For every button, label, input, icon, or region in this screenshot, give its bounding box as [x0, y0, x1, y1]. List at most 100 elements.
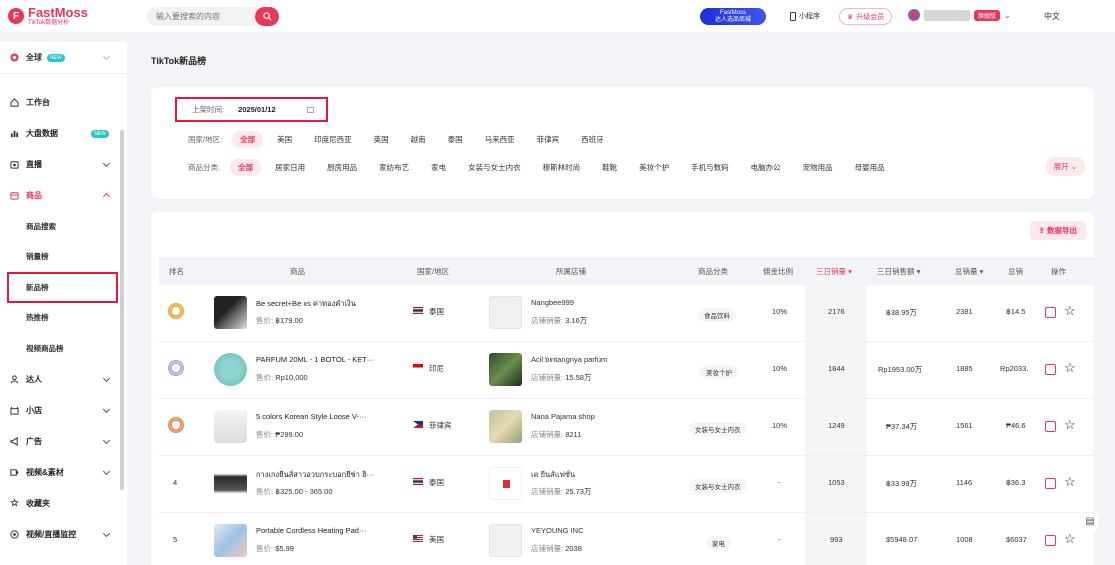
mini-program-link[interactable]: 小程序	[790, 11, 820, 21]
star-icon[interactable]: ☆	[1064, 418, 1076, 431]
category-chip[interactable]: 女装与女士内衣	[460, 159, 529, 176]
analysis-icon[interactable]	[1045, 535, 1056, 546]
region-chip[interactable]: 马来西亚	[477, 131, 523, 148]
shop-placeholder-icon[interactable]	[489, 296, 522, 329]
shop-placeholder-icon[interactable]	[489, 524, 522, 557]
upgrade-button[interactable]: ♛ 升级会员	[839, 8, 893, 25]
category-chip[interactable]: 母婴用品	[847, 159, 893, 176]
category-chip[interactable]: 美妆个护	[631, 159, 677, 176]
product-image[interactable]	[214, 353, 247, 386]
sidebar-item-ads[interactable]: 广告	[0, 426, 127, 457]
sidebar-item-label: 直播	[26, 160, 42, 169]
category-chip[interactable]: 居家日用	[267, 159, 313, 176]
product-name[interactable]: Portable Cordless Heating Pad···	[256, 526, 366, 535]
region-chip[interactable]: 美国	[269, 131, 300, 148]
sidebar-item-shops[interactable]: 小店	[0, 395, 127, 426]
sidebar-scrollbar[interactable]	[120, 130, 124, 490]
chevron-down-icon	[102, 436, 111, 444]
commission: -	[778, 478, 781, 487]
analysis-icon[interactable]	[1045, 421, 1056, 432]
sidebar-sub-sales-rank[interactable]: 销量榜	[0, 242, 127, 273]
product-image[interactable]	[214, 524, 247, 557]
table-row[interactable]: PARFUM 20ML - 1 BOTOL - KET··· 售价: Rp10,…	[159, 342, 1094, 399]
user-menu[interactable]: 旗舰版 ⌄	[908, 9, 1011, 21]
sidebar-sub-new-products[interactable]: 新品榜	[7, 272, 118, 303]
shop-logo[interactable]	[489, 467, 522, 500]
logo[interactable]: F FastMoss TikTok数据分析	[8, 6, 148, 26]
region-chip[interactable]: 西班牙	[573, 131, 612, 148]
region-chip[interactable]: 全部	[232, 131, 264, 148]
star-icon[interactable]: ☆	[1064, 361, 1076, 374]
export-button[interactable]: ⇪ 数据导出	[1029, 221, 1086, 240]
category-chip[interactable]: 鞋靴	[594, 159, 625, 176]
sidebar-item-creators[interactable]: 达人	[0, 364, 127, 395]
sidebar-sub-product-search[interactable]: 商品搜索	[0, 211, 127, 242]
promo-banner[interactable]: FastMoss 达人选品商城	[700, 8, 766, 25]
category-chip[interactable]: 家纺布艺	[371, 159, 417, 176]
col-total-revenue[interactable]: 总销	[1008, 266, 1023, 277]
product-name[interactable]: กางเกงยีนส์สาวอวบกระบอกยีช่า ฮิ···	[256, 469, 374, 481]
shop-name[interactable]: YEYOUNG INC	[531, 526, 584, 535]
table-row[interactable]: 5 Portable Cordless Heating Pad··· 售价: $…	[159, 513, 1094, 565]
sidebar-item-favorites[interactable]: ☆ 收藏夹	[0, 488, 127, 519]
sidebar-item-products[interactable]: 商品	[0, 180, 127, 211]
table-row[interactable]: 4 กางเกงยีนส์สาวอวบกระบอกยีช่า ฮิ··· 售价:…	[159, 456, 1094, 513]
product-name[interactable]: Be secret+Be xs ค่าทองคำเงิน	[256, 298, 356, 310]
shop-name[interactable]: Nana Pajama shop	[531, 412, 595, 421]
category-chip[interactable]: 全部	[230, 159, 262, 176]
analysis-icon[interactable]	[1045, 478, 1056, 489]
category-chip[interactable]: 宠物用品	[795, 159, 841, 176]
search-button[interactable]	[255, 7, 279, 26]
product-name[interactable]: 5 colors Korean Style Loose V-···	[256, 412, 366, 421]
expand-button[interactable]: 展开 ⌄	[1045, 157, 1085, 176]
sidebar-sub-hot-push[interactable]: 热推榜	[0, 303, 127, 334]
table-row[interactable]: Be secret+Be xs ค่าทองคำเงิน 售价: ฿179.00…	[159, 285, 1094, 342]
product-name[interactable]: PARFUM 20ML - 1 BOTOL - KET···	[256, 355, 374, 364]
shop-name[interactable]: Nangbee999	[531, 298, 574, 307]
date-filter[interactable]: 上架时间: 2025/01/12	[175, 97, 328, 122]
region-chip[interactable]: 英国	[366, 131, 397, 148]
star-icon[interactable]: ☆	[1064, 304, 1076, 317]
global-region-select[interactable]: 全球 NEW	[0, 42, 127, 74]
product-icon	[10, 192, 19, 200]
region-chip[interactable]: 印度尼西亚	[306, 131, 360, 148]
region-chip[interactable]: 泰国	[440, 131, 471, 148]
region-chip[interactable]: 越南	[403, 131, 434, 148]
col-total-sales[interactable]: 总销量 ▾	[955, 266, 983, 277]
sidebar-item-live[interactable]: 直播	[0, 149, 127, 180]
shop-name[interactable]: Acil bintangnya parfum	[531, 355, 607, 364]
category-tag: 女装与女士内衣	[689, 422, 747, 436]
category-chip[interactable]: 电脑办公	[743, 159, 789, 176]
category-chip[interactable]: 厨房用品	[319, 159, 365, 176]
product-price: ฿179.00	[275, 316, 303, 325]
sidebar-item-workbench[interactable]: 工作台	[0, 87, 127, 118]
search-input[interactable]	[156, 12, 256, 21]
shop-name[interactable]: เค ยีนส์แฟชั่น	[531, 469, 575, 481]
category-chip[interactable]: 家电	[423, 159, 454, 176]
sidebar-item-market-data[interactable]: 大盘数据 NEW	[0, 118, 127, 149]
upgrade-label: 升级会员	[856, 13, 885, 21]
product-image[interactable]	[214, 410, 247, 443]
language-switch[interactable]: 中文	[1044, 11, 1060, 22]
shop-logo[interactable]	[489, 353, 522, 386]
analysis-icon[interactable]	[1045, 307, 1056, 318]
sidebar-sub-video-products[interactable]: 视频商品榜	[0, 333, 127, 364]
sidebar-item-monitoring[interactable]: 视频/直播监控	[0, 519, 127, 550]
product-image[interactable]	[214, 467, 247, 500]
category-chip[interactable]: 手机与数码	[683, 159, 737, 176]
sidebar-item-video-materials[interactable]: 视频&素材	[0, 457, 127, 488]
revenue-3d: $5948.07	[886, 535, 918, 544]
star-icon[interactable]: ☆	[1064, 532, 1076, 545]
analysis-icon[interactable]	[1045, 364, 1056, 375]
revenue-3d: ฿38.95万	[886, 308, 918, 317]
document-icon[interactable]: ▤	[1082, 514, 1098, 530]
category-chip[interactable]: 穆斯林时尚	[535, 159, 589, 176]
star-icon[interactable]: ☆	[1064, 475, 1076, 488]
col-sales-3d[interactable]: 三日销量 ▾	[816, 266, 852, 277]
chevron-down-icon	[102, 529, 111, 537]
col-revenue-3d[interactable]: 三日销售额 ▾	[877, 266, 920, 277]
table-row[interactable]: 5 colors Korean Style Loose V-··· 售价: ₱2…	[159, 399, 1094, 456]
region-chip[interactable]: 菲律宾	[529, 131, 568, 148]
product-image[interactable]	[214, 296, 247, 329]
shop-logo[interactable]	[489, 410, 522, 443]
